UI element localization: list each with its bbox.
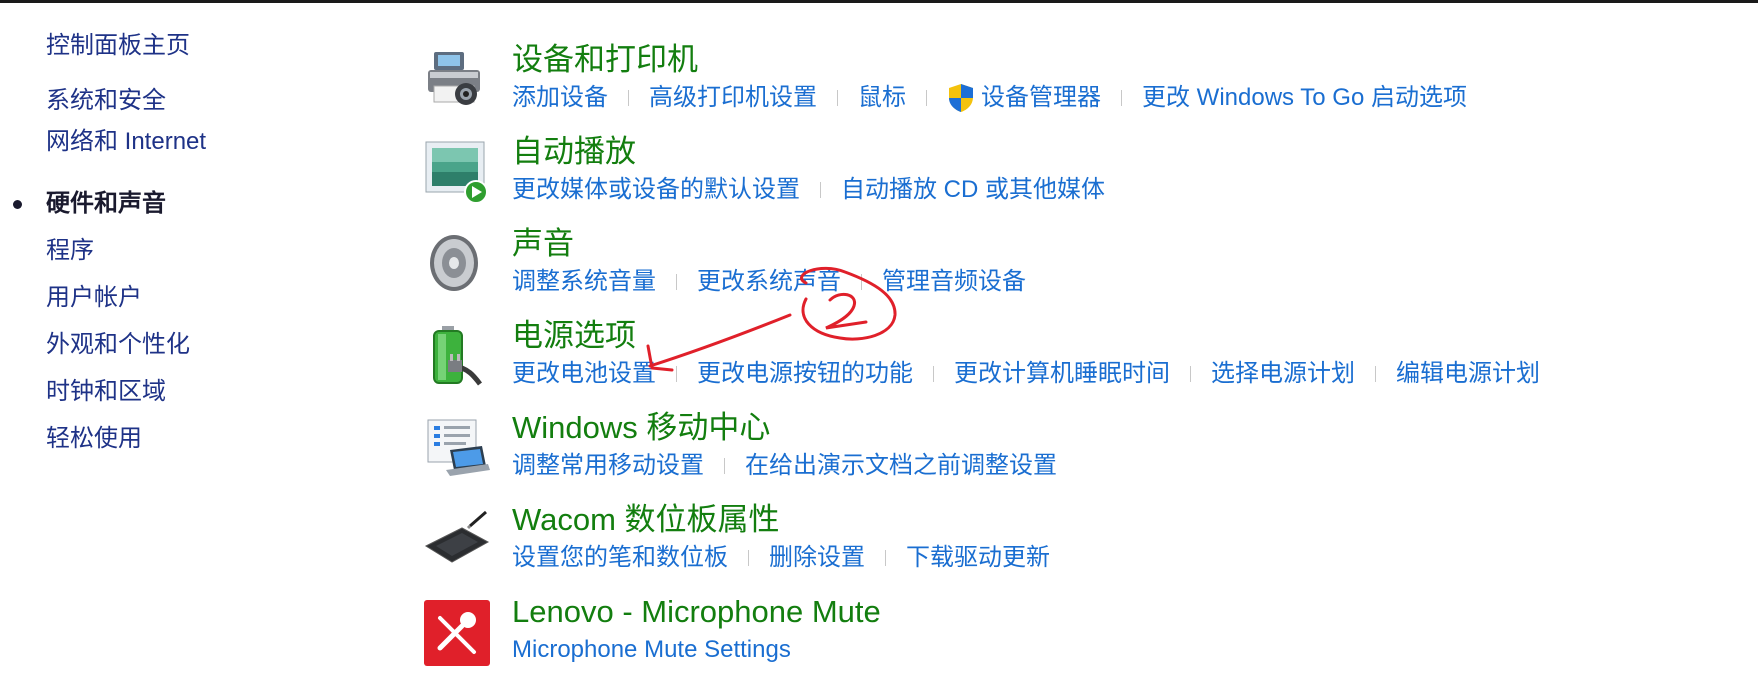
printer-icon <box>424 46 490 112</box>
link-separator <box>748 550 749 566</box>
category-title[interactable]: 设备和打印机 <box>512 40 698 80</box>
tablet-icon <box>424 506 490 572</box>
nav-item-appearance[interactable]: 外观和个性化 <box>46 330 190 360</box>
link-separator <box>676 366 677 382</box>
nav-item-programs[interactable]: 程序 <box>46 236 94 266</box>
nav-item-clock-region[interactable]: 时钟和区域 <box>46 377 166 407</box>
link-separator <box>885 550 886 566</box>
link-sleep-time[interactable]: 更改计算机睡眠时间 <box>954 357 1170 391</box>
link-download-driver[interactable]: 下载驱动更新 <box>906 541 1050 575</box>
category-title[interactable]: Lenovo - Microphone Mute <box>512 592 881 632</box>
category-links: 更改电池设置 更改电源按钮的功能 更改计算机睡眠时间 选择电源计划 编辑电源计划 <box>512 357 1540 391</box>
link-separator <box>861 274 862 290</box>
autoplay-icon <box>424 138 490 204</box>
link-presentation-settings[interactable]: 在给出演示文档之前调整设置 <box>745 449 1057 483</box>
link-change-battery-settings[interactable]: 更改电池设置 <box>512 357 656 391</box>
link-power-button-function[interactable]: 更改电源按钮的功能 <box>697 357 913 391</box>
uac-shield-icon <box>947 83 975 113</box>
category-mobility-center: Windows 移动中心 调整常用移动设置 在给出演示文档之前调整设置 <box>424 408 1724 500</box>
left-nav: 控制面板主页 系统和安全 网络和 Internet 硬件和声音 程序 用户帐户 … <box>0 0 400 690</box>
link-mouse[interactable]: 鼠标 <box>858 81 906 115</box>
category-sound: 声音 调整系统音量 更改系统声音 管理音频设备 <box>424 224 1724 316</box>
link-common-mobility-settings[interactable]: 调整常用移动设置 <box>512 449 704 483</box>
category-title[interactable]: 自动播放 <box>512 132 636 172</box>
device-manager-label: 设备管理器 <box>981 84 1101 111</box>
link-separator <box>926 90 927 106</box>
battery-icon <box>424 322 490 388</box>
category-title[interactable]: 声音 <box>512 224 574 264</box>
category-links: 添加设备 高级打印机设置 鼠标 设备管理器 更改 Windows To Go 启… <box>512 81 1467 115</box>
link-separator <box>676 274 677 290</box>
nav-item-network-internet[interactable]: 网络和 Internet <box>46 127 206 157</box>
link-windows-to-go[interactable]: 更改 Windows To Go 启动选项 <box>1142 81 1467 115</box>
link-edit-power-plan[interactable]: 编辑电源计划 <box>1396 357 1540 391</box>
category-links: 更改媒体或设备的默认设置 自动播放 CD 或其他媒体 <box>512 173 1105 207</box>
nav-item-hardware-sound[interactable]: 硬件和声音 <box>46 189 166 219</box>
category-links: 调整系统音量 更改系统声音 管理音频设备 <box>512 265 1026 299</box>
link-autoplay-cd[interactable]: 自动播放 CD 或其他媒体 <box>841 173 1105 207</box>
link-choose-power-plan[interactable]: 选择电源计划 <box>1211 357 1355 391</box>
category-title[interactable]: Wacom 数位板属性 <box>512 500 780 540</box>
active-bullet <box>13 200 22 209</box>
category-devices-printers: 设备和打印机 添加设备 高级打印机设置 鼠标 设备管理器 更改 Windows … <box>424 40 1724 132</box>
link-adjust-volume[interactable]: 调整系统音量 <box>512 265 656 299</box>
category-lenovo-mic-mute: Lenovo - Microphone Mute Microphone Mute… <box>424 592 1724 684</box>
link-change-system-sounds[interactable]: 更改系统声音 <box>697 265 841 299</box>
microphone-mute-icon <box>424 600 490 666</box>
link-add-device[interactable]: 添加设备 <box>512 81 608 115</box>
link-separator <box>837 90 838 106</box>
link-remove-settings[interactable]: 删除设置 <box>769 541 865 575</box>
link-separator <box>820 182 821 198</box>
nav-item-user-accounts[interactable]: 用户帐户 <box>46 283 142 313</box>
nav-item-control-panel-home[interactable]: 控制面板主页 <box>46 31 190 61</box>
speaker-icon <box>424 230 490 296</box>
mobility-center-icon <box>424 414 490 480</box>
link-separator <box>724 458 725 474</box>
link-pen-tablet-setup[interactable]: 设置您的笔和数位板 <box>512 541 728 575</box>
category-links: 设置您的笔和数位板 删除设置 下载驱动更新 <box>512 541 1050 575</box>
link-separator <box>628 90 629 106</box>
nav-item-system-security[interactable]: 系统和安全 <box>46 86 166 116</box>
category-links: Microphone Mute Settings <box>512 633 791 667</box>
link-device-manager[interactable]: 设备管理器 <box>947 81 1101 115</box>
category-wacom: Wacom 数位板属性 设置您的笔和数位板 删除设置 下载驱动更新 <box>424 500 1724 592</box>
link-separator <box>1190 366 1191 382</box>
category-title[interactable]: Windows 移动中心 <box>512 408 770 448</box>
category-links: 调整常用移动设置 在给出演示文档之前调整设置 <box>512 449 1057 483</box>
link-microphone-mute-settings[interactable]: Microphone Mute Settings <box>512 633 791 667</box>
link-manage-audio-devices[interactable]: 管理音频设备 <box>882 265 1026 299</box>
link-separator <box>1121 90 1122 106</box>
link-change-media-defaults[interactable]: 更改媒体或设备的默认设置 <box>512 173 800 207</box>
link-separator <box>933 366 934 382</box>
category-autoplay: 自动播放 更改媒体或设备的默认设置 自动播放 CD 或其他媒体 <box>424 132 1724 224</box>
nav-item-ease-of-access[interactable]: 轻松使用 <box>46 424 142 454</box>
category-power-options: 电源选项 更改电池设置 更改电源按钮的功能 更改计算机睡眠时间 选择电源计划 编… <box>424 316 1724 408</box>
link-advanced-printer-settings[interactable]: 高级打印机设置 <box>649 81 817 115</box>
category-title[interactable]: 电源选项 <box>512 316 636 356</box>
link-separator <box>1375 366 1376 382</box>
